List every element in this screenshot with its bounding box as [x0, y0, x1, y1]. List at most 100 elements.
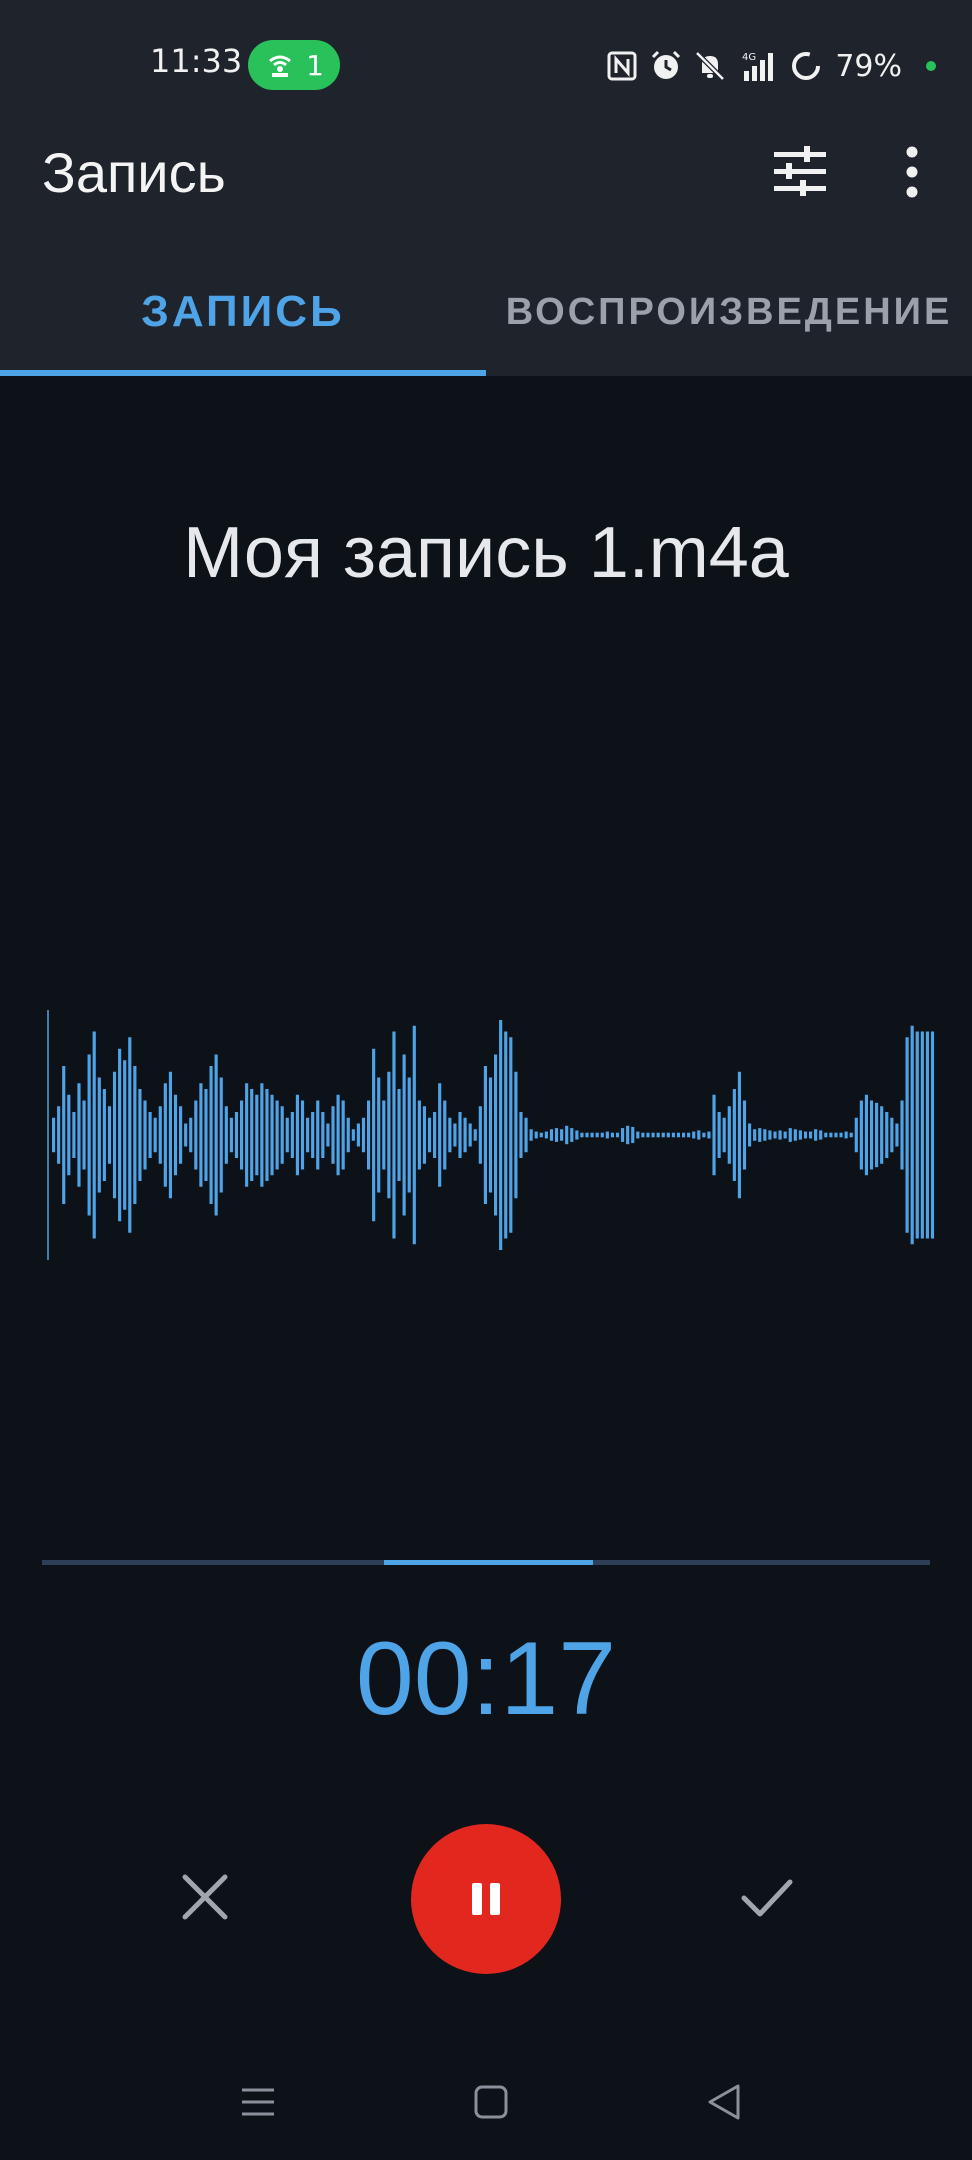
waveform-bar — [250, 1089, 254, 1181]
waveform-bar — [67, 1094, 71, 1176]
recording-progress-track — [42, 1560, 930, 1565]
close-icon[interactable] — [170, 1862, 240, 1932]
waveform-bar — [158, 1106, 162, 1164]
waveform-bar — [844, 1131, 848, 1139]
waveform-bar — [631, 1126, 635, 1144]
waveform-bar — [285, 1117, 289, 1153]
waveform-bar — [798, 1130, 802, 1140]
back-icon[interactable] — [694, 2072, 754, 2132]
waveform-bar — [82, 1100, 86, 1170]
waveform-bar — [300, 1100, 305, 1170]
waveform-bar — [366, 1100, 371, 1170]
waveform-bar — [97, 1077, 101, 1193]
waveform-bar — [875, 1102, 879, 1168]
waveform-bar — [910, 1025, 914, 1245]
status-time: 11:33 — [150, 42, 243, 80]
waveform-bar — [570, 1128, 574, 1142]
waveform-bar — [737, 1071, 742, 1199]
pause-icon — [472, 1883, 500, 1915]
waveform-bar — [448, 1117, 452, 1153]
waveform-bar — [443, 1100, 447, 1170]
waveform-bar — [184, 1123, 188, 1147]
waveform-bar — [885, 1112, 889, 1158]
tune-icon[interactable] — [770, 142, 830, 202]
menu-icon[interactable] — [228, 2072, 288, 2132]
waveform-bar — [224, 1106, 228, 1164]
signal-icon: 4G — [742, 52, 774, 81]
waveform-bar — [656, 1132, 660, 1138]
waveform-bar — [463, 1117, 467, 1153]
waveform-bar — [163, 1083, 167, 1187]
waveform-bar — [290, 1112, 294, 1158]
waveform-bar — [168, 1071, 172, 1199]
home-icon[interactable] — [461, 2072, 521, 2132]
waveform-bar — [138, 1089, 142, 1181]
waveform-bar — [123, 1060, 127, 1210]
waveform-bar — [397, 1089, 401, 1181]
waveform-bar — [712, 1094, 716, 1176]
waveform-bar — [590, 1132, 594, 1138]
hotspot-count: 1 — [306, 48, 324, 82]
waveform-bar — [722, 1117, 726, 1153]
waveform-bar — [387, 1071, 391, 1199]
waveform-bar — [326, 1123, 330, 1147]
waveform-bar — [697, 1130, 701, 1140]
waveform-bar — [112, 1071, 117, 1199]
waveform-bar — [554, 1128, 559, 1142]
waveform-bar — [72, 1112, 76, 1158]
waveform-bar — [62, 1066, 66, 1204]
waveform-bar — [605, 1131, 609, 1139]
waveform-bar — [361, 1117, 366, 1153]
waveform-bar — [483, 1066, 487, 1204]
check-icon[interactable] — [732, 1862, 802, 1932]
waveform-bar — [270, 1094, 274, 1176]
waveform-bar — [57, 1106, 61, 1164]
waveform-bar — [402, 1054, 406, 1216]
waveform-bar — [295, 1094, 300, 1176]
waveform-bar — [880, 1106, 884, 1164]
waveform-bar — [539, 1132, 543, 1138]
waveform-bar — [839, 1132, 843, 1138]
waveform-bar — [153, 1117, 157, 1153]
waveform-bar — [544, 1131, 548, 1139]
waveform-bar — [346, 1117, 350, 1153]
waveform-bar — [595, 1132, 599, 1138]
waveform-bar — [534, 1131, 538, 1139]
page-title: Запись — [42, 141, 226, 204]
waveform-bar — [626, 1125, 630, 1145]
waveform-bar — [427, 1117, 432, 1153]
waveform-bar — [824, 1132, 828, 1138]
waveform-bar — [311, 1112, 315, 1158]
waveform-bar — [321, 1112, 325, 1158]
recording-file-name[interactable]: Моя запись 1.m4a — [0, 512, 972, 594]
waveform-bar — [214, 1054, 218, 1216]
waveform-bar — [52, 1117, 56, 1153]
tab-record[interactable]: ЗАПИСЬ — [0, 262, 486, 362]
waveform-bar — [280, 1106, 284, 1164]
pause-button[interactable] — [411, 1824, 561, 1974]
waveform-bar — [148, 1112, 152, 1158]
waveform-bar — [255, 1094, 259, 1176]
waveform-bar — [890, 1117, 894, 1153]
waveform-bar — [143, 1100, 147, 1170]
waveform-bar — [641, 1132, 645, 1138]
tab-playback[interactable]: ВОСПРОИЗВЕДЕНИЕ — [486, 262, 972, 362]
waveform-bar — [260, 1083, 264, 1187]
waveform-bar — [494, 1054, 498, 1216]
waveform-bar — [412, 1025, 416, 1245]
recording-progress-window — [383, 1560, 593, 1565]
waveform-bar — [560, 1129, 564, 1141]
waveform-bar — [118, 1048, 122, 1222]
waveform-bar — [179, 1106, 183, 1164]
waveform-bar — [915, 1031, 919, 1239]
waveform-bar — [854, 1117, 858, 1153]
waveform-bar — [651, 1132, 655, 1138]
waveform-bar — [580, 1132, 584, 1138]
waveform-bar — [219, 1077, 223, 1193]
more-vert-icon[interactable] — [882, 142, 942, 202]
waveform-bar — [499, 1020, 503, 1250]
waveform-bar — [107, 1106, 112, 1164]
waveform-bar — [265, 1089, 269, 1181]
hotspot-indicator[interactable]: 1 — [248, 40, 340, 90]
waveform-bar — [514, 1071, 518, 1199]
